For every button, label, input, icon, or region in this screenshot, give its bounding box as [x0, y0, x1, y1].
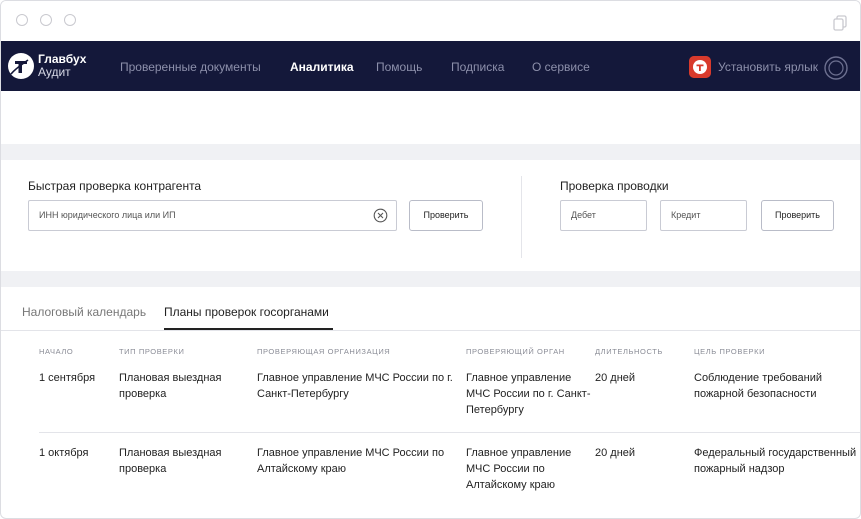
section-separator-top [1, 144, 860, 160]
posting-check-button[interactable]: Проверить [761, 200, 834, 231]
window-maximize-dot[interactable] [64, 14, 76, 26]
glavbukh-logo-icon[interactable] [7, 52, 35, 80]
column-header-authority: ПРОВЕРЯЮЩИЙ ОРГАН [466, 347, 565, 356]
window-minimize-dot[interactable] [40, 14, 52, 26]
cell-purpose: Соблюдение требований пожарной безопасно… [694, 372, 822, 400]
column-header-type: ТИП ПРОВЕРКИ [119, 347, 185, 356]
cell-authority: Главное управление МЧС России по Алтайск… [466, 447, 572, 491]
window-close-dot[interactable] [16, 14, 28, 26]
credit-field[interactable]: Кредит [660, 200, 747, 231]
posting-check-title: Проверка проводки [560, 179, 669, 193]
column-header-purpose: ЦЕЛЬ ПРОВЕРКИ [694, 347, 766, 356]
nav-item-about[interactable]: О сервисе [532, 60, 590, 74]
cell-organization: Главное управление МЧС России по Алтайск… [257, 447, 445, 475]
cell-type: Плановая выездная проверка [119, 447, 222, 475]
nav-item-checked-documents[interactable]: Проверенные документы [120, 60, 261, 74]
cell-duration: 20 дней [595, 372, 636, 384]
column-header-organization: ПРОВЕРЯЮЩАЯ ОРГАНИЗАЦИЯ [257, 347, 391, 356]
quick-check-title: Быстрая проверка контрагента [28, 179, 202, 193]
nav-item-analytics[interactable]: Аналитика [290, 60, 354, 74]
cell-start: 1 октября [39, 447, 89, 459]
debit-field[interactable]: Дебет [560, 200, 647, 231]
nav-item-subscription[interactable]: Подписка [451, 60, 504, 74]
nav-item-help[interactable]: Помощь [376, 60, 422, 74]
window-titlebar [1, 1, 860, 41]
install-shortcut-link[interactable]: Установить ярлык [718, 60, 818, 74]
brand-name[interactable]: Главбух Аудит [38, 53, 86, 79]
brand-line2: Аудит [38, 65, 71, 79]
cell-authority: Главное управление МЧС России по г. Санк… [466, 372, 591, 416]
app-shortcut-icon[interactable] [689, 56, 711, 78]
section-separator-bottom [1, 271, 860, 287]
clear-circle-icon[interactable] [373, 208, 388, 223]
browser-window: Главбух Аудит Проверенные документы Анал… [0, 0, 861, 519]
vertical-divider [521, 176, 522, 258]
inn-search-input[interactable]: ИНН юридического лица или ИП [28, 200, 397, 231]
copy-icon[interactable] [833, 15, 847, 31]
tabs-divider [1, 330, 860, 331]
cell-type: Плановая выездная проверка [119, 372, 222, 400]
cell-organization: Главное управление МЧС России по г. Санк… [257, 372, 453, 400]
ring-icon[interactable] [823, 55, 849, 81]
cell-duration: 20 дней [595, 447, 636, 459]
cell-start: 1 сентября [39, 372, 96, 384]
column-header-start: НАЧАЛО [39, 347, 74, 356]
quick-check-button[interactable]: Проверить [409, 200, 483, 231]
tab-tax-calendar[interactable]: Налоговый календарь [22, 305, 146, 319]
tab-inspection-plans[interactable]: Планы проверок госорганами [164, 305, 329, 319]
row-divider [39, 432, 860, 433]
cell-purpose: Федеральный государственный пожарный над… [694, 447, 857, 475]
column-header-duration: ДЛИТЕЛЬНОСТЬ [595, 347, 663, 356]
